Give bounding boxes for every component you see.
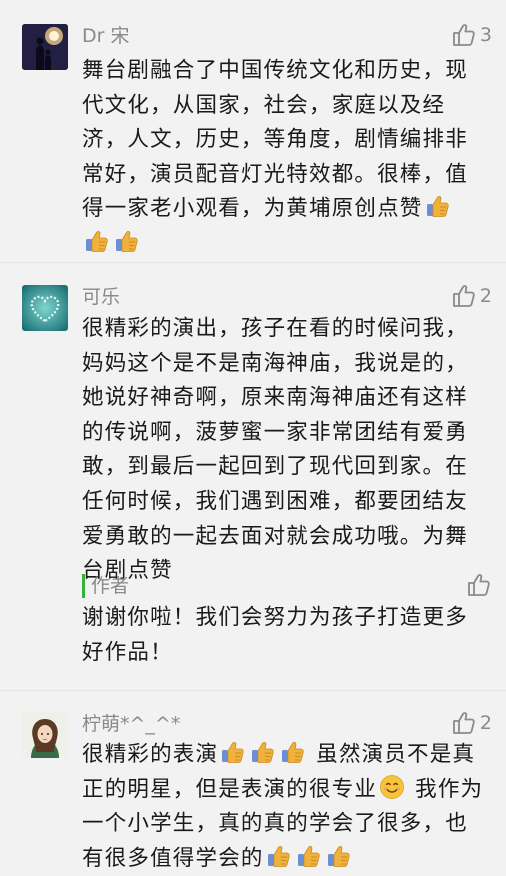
thumbs-up-emoji-icon	[280, 739, 306, 765]
thumbs-up-emoji-icon	[84, 228, 110, 254]
avatar-image	[22, 285, 68, 331]
avatar[interactable]	[22, 24, 68, 70]
commenter-name[interactable]: Dr 宋	[82, 24, 129, 48]
comment-body: 舞台剧融合了中国传统文化和历史，现代文化，从国家，社会，家庭以及经济，人文，历史…	[82, 58, 468, 222]
like-button[interactable]: 2	[451, 283, 492, 309]
thumbs-up-icon	[466, 572, 492, 598]
avatar-image	[22, 712, 68, 758]
thumbs-up-icon	[451, 710, 477, 736]
thumbs-up-emoji-icon	[326, 843, 352, 869]
thumbs-up-emoji-icon	[220, 739, 246, 765]
divider	[0, 262, 506, 263]
commenter-name[interactable]: 柠萌*^_^*	[82, 712, 180, 736]
author-reply-label: 作者	[91, 575, 130, 597]
comment-text: 很精彩的表演 虽然演员不是真正的明星，但是表演的很专业 我作为一个小学生，真的真…	[82, 738, 484, 876]
author-reply-text: 谢谢你啦！我们会努力为孩子打造更多好作品！	[82, 605, 468, 665]
like-button[interactable]: 2	[451, 710, 492, 736]
thumbs-up-emoji-icon	[425, 193, 451, 219]
thumbs-up-emoji-icon	[250, 739, 276, 765]
like-count: 3	[479, 24, 492, 46]
comment-text: 舞台剧融合了中国传统文化和历史，现代文化，从国家，社会，家庭以及经济，人文，历史…	[82, 54, 484, 262]
commenter-name[interactable]: 可乐	[82, 285, 120, 309]
thumbs-up-icon	[451, 283, 477, 309]
author-reply-accent	[82, 574, 85, 598]
comment-body-part: 很精彩的表演	[82, 742, 219, 767]
divider	[0, 690, 506, 691]
avatar[interactable]	[22, 285, 68, 331]
thumbs-up-icon	[451, 22, 477, 48]
comment-text: 很精彩的演出，孩子在看的时候问我，妈妈这个是不是南海神庙，我说是的，她说好神奇啊…	[82, 316, 468, 584]
thumbs-up-emoji-icon	[296, 843, 322, 869]
avatar[interactable]	[22, 712, 68, 758]
smile-emoji-icon	[379, 774, 405, 800]
thumbs-up-emoji-icon	[266, 843, 292, 869]
like-count: 2	[479, 285, 492, 307]
like-count: 2	[479, 712, 492, 734]
thumbs-up-emoji-icon	[114, 228, 140, 254]
like-button[interactable]: 3	[451, 22, 492, 48]
reply-like-button[interactable]	[466, 572, 492, 598]
avatar-image	[22, 24, 68, 70]
